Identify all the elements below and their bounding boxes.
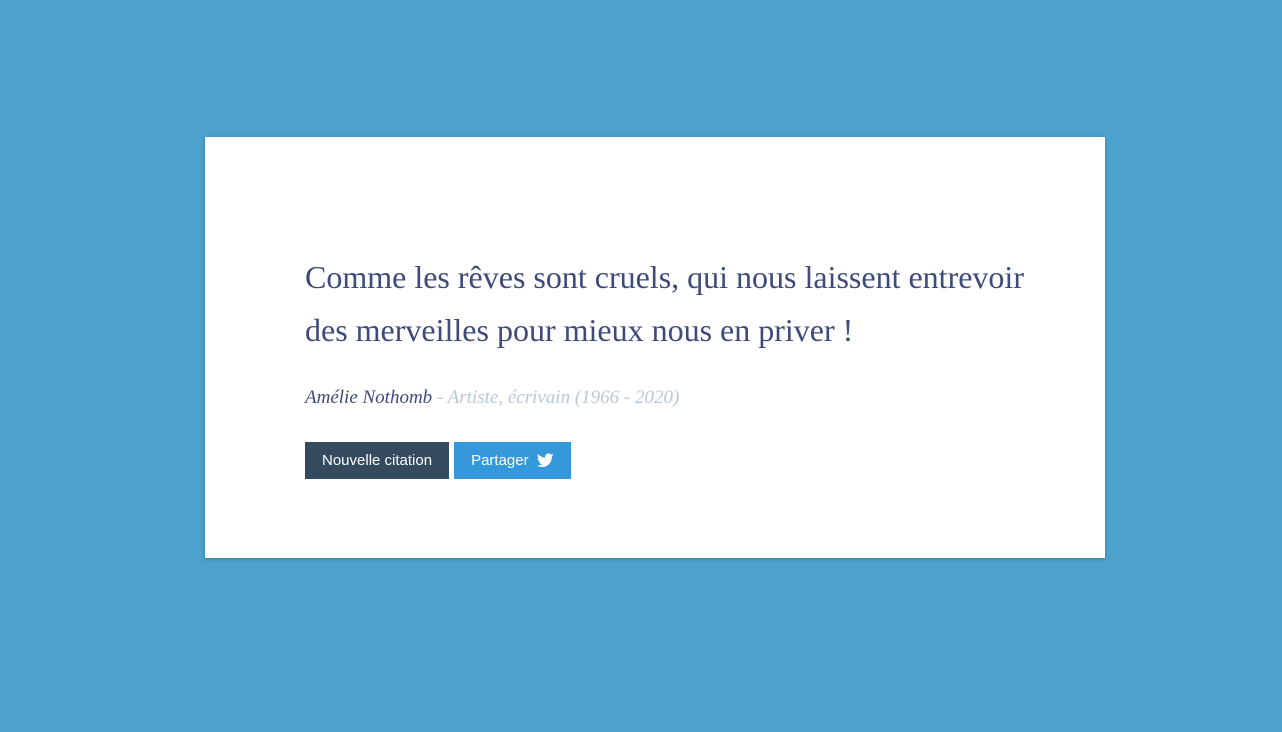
new-quote-button-label: Nouvelle citation bbox=[322, 452, 433, 469]
new-quote-button[interactable]: Nouvelle citation bbox=[305, 442, 450, 479]
share-button[interactable]: Partager bbox=[454, 442, 571, 479]
quote-card: Comme les rêves sont cruels, qui nous la… bbox=[205, 137, 1105, 558]
action-buttons: Nouvelle citation Partager bbox=[305, 442, 571, 479]
quote-author: Amélie Nothomb bbox=[305, 387, 433, 408]
author-details: - Artiste, écrivain (1966 - 2020) bbox=[432, 387, 680, 408]
quote-text: Comme les rêves sont cruels, qui nous la… bbox=[305, 259, 1024, 348]
share-button-label: Partager bbox=[471, 452, 529, 469]
twitter-icon bbox=[536, 453, 554, 468]
quote-attribution: Amélie Nothomb - Artiste, écrivain (1966… bbox=[305, 387, 679, 409]
